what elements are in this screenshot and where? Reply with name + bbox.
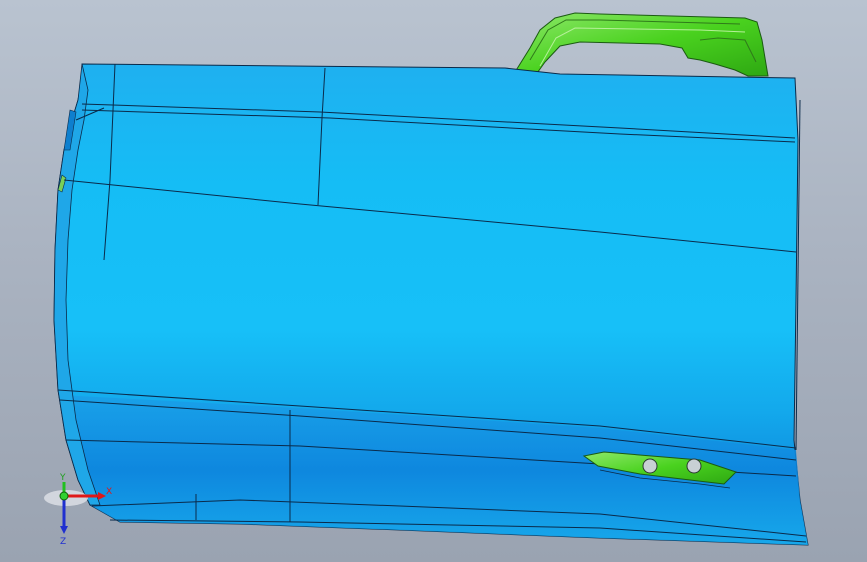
green-bracket-part[interactable] (514, 12, 769, 77)
cad-viewport[interactable]: X Y Z (0, 0, 867, 562)
y-axis-label: Y (59, 473, 66, 483)
hole-icon (642, 458, 658, 474)
z-axis-label: Z (60, 537, 66, 547)
3d-model-view[interactable]: X Y Z (0, 0, 867, 562)
hole-icon (686, 458, 702, 474)
x-axis-label: X (106, 487, 112, 497)
